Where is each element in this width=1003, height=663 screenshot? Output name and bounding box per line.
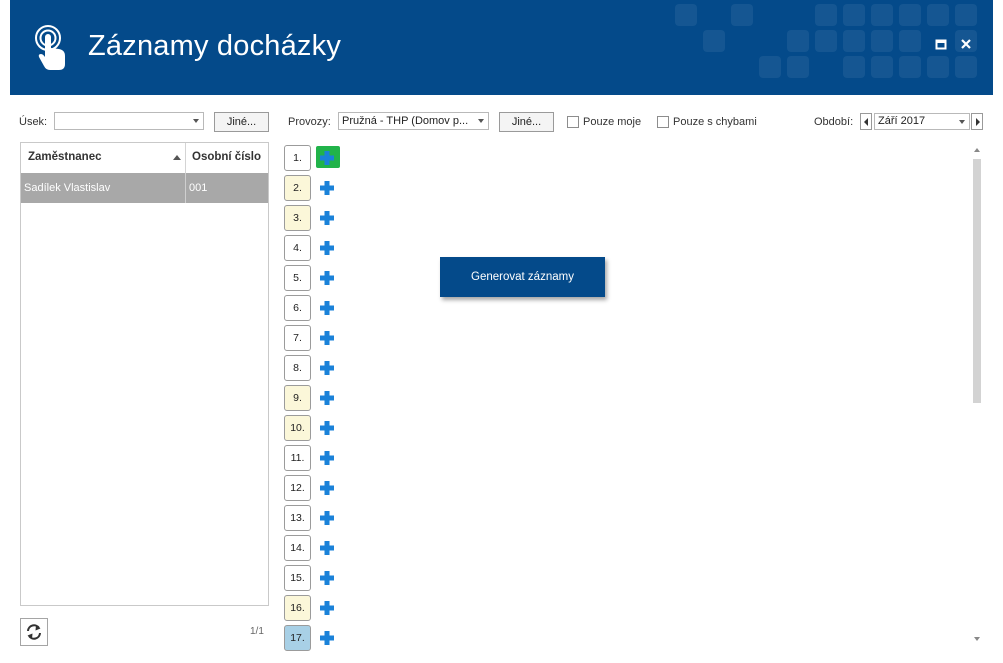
usek-dropdown[interactable] — [54, 112, 204, 130]
arrow-right-icon — [976, 118, 980, 126]
decor-tile — [871, 56, 893, 78]
only-errors-checkbox[interactable] — [657, 116, 669, 128]
day-button[interactable]: 11. — [284, 445, 311, 471]
day-button[interactable]: 2. — [284, 175, 311, 201]
refresh-button[interactable] — [20, 618, 48, 646]
generate-records-button[interactable]: Generovat záznamy — [440, 257, 605, 297]
employee-number-cell: 001 — [189, 182, 208, 194]
only-errors-label: Pouze s chybami — [673, 116, 757, 128]
add-record-icon[interactable] — [318, 179, 336, 197]
decor-tile — [731, 4, 753, 26]
decor-tile — [787, 30, 809, 52]
decor-tile — [927, 4, 949, 26]
day-button[interactable]: 6. — [284, 295, 311, 321]
add-record-icon[interactable] — [318, 299, 336, 317]
add-record-icon[interactable] — [318, 209, 336, 227]
decor-tile — [675, 4, 697, 26]
add-record-icon[interactable] — [318, 269, 336, 287]
chevron-down-icon — [478, 119, 484, 123]
column-header-employee[interactable]: Zaměstnanec — [28, 151, 102, 163]
day-button[interactable]: 5. — [284, 265, 311, 291]
add-record-icon[interactable] — [318, 449, 336, 467]
day-button[interactable]: 8. — [284, 355, 311, 381]
employee-grid: Zaměstnanec Osobní číslo Sadílek Vlastis… — [20, 142, 269, 606]
only-mine-label: Pouze moje — [583, 116, 642, 128]
add-record-icon[interactable] — [318, 539, 336, 557]
add-record-icon[interactable] — [318, 509, 336, 527]
day-button[interactable]: 9. — [284, 385, 311, 411]
period-dropdown[interactable]: Září 2017 — [874, 113, 970, 130]
day-button[interactable]: 4. — [284, 235, 311, 261]
decor-tile — [815, 4, 837, 26]
decor-tile — [871, 4, 893, 26]
decor-tile — [899, 56, 921, 78]
period-label: Období: — [814, 116, 854, 128]
arrow-left-icon — [864, 118, 868, 126]
scroll-down-icon[interactable] — [974, 637, 980, 641]
add-record-icon[interactable] — [318, 149, 336, 167]
add-record-icon[interactable] — [318, 419, 336, 437]
employee-name-cell: Sadílek Vlastislav — [24, 182, 111, 194]
column-header-number[interactable]: Osobní číslo — [192, 151, 261, 163]
pager-info: 1/1 — [250, 626, 264, 637]
decor-tile — [759, 56, 781, 78]
day-button[interactable]: 13. — [284, 505, 311, 531]
decor-tile — [955, 56, 977, 78]
add-record-icon[interactable] — [318, 629, 336, 647]
refresh-icon — [27, 624, 41, 640]
day-button[interactable]: 12. — [284, 475, 311, 501]
decor-tile — [899, 30, 921, 52]
period-prev-button[interactable] — [860, 113, 872, 130]
day-button[interactable]: 16. — [284, 595, 311, 621]
decor-tile — [955, 4, 977, 26]
decor-tile — [927, 56, 949, 78]
decor-tile — [703, 30, 725, 52]
decor-tile — [899, 4, 921, 26]
add-record-icon[interactable] — [318, 389, 336, 407]
day-button[interactable]: 1. — [284, 145, 311, 171]
add-record-icon[interactable] — [318, 359, 336, 377]
day-button[interactable]: 7. — [284, 325, 311, 351]
chevron-down-icon — [959, 120, 965, 124]
usek-label: Úsek: — [19, 116, 48, 128]
provozy-other-button[interactable]: Jiné... — [499, 112, 554, 132]
touch-hand-icon — [32, 24, 72, 74]
maximize-icon[interactable] — [934, 38, 948, 52]
day-button[interactable]: 15. — [284, 565, 311, 591]
decor-tile — [815, 30, 837, 52]
decor-tile — [787, 56, 809, 78]
day-button[interactable]: 14. — [284, 535, 311, 561]
provozy-label: Provozy: — [288, 116, 331, 128]
decor-tile — [843, 30, 865, 52]
column-divider[interactable] — [185, 143, 186, 173]
add-record-icon[interactable] — [318, 569, 336, 587]
add-record-icon[interactable] — [318, 479, 336, 497]
decor-tile — [843, 4, 865, 26]
only-mine-checkbox[interactable] — [567, 116, 579, 128]
scrollbar-thumb[interactable] — [973, 159, 981, 403]
vertical-scrollbar[interactable] — [970, 142, 984, 647]
period-value: Září 2017 — [878, 115, 926, 127]
chevron-down-icon — [193, 119, 199, 123]
usek-other-button[interactable]: Jiné... — [214, 112, 269, 132]
day-button[interactable]: 10. — [284, 415, 311, 441]
period-next-button[interactable] — [971, 113, 983, 130]
app-title: Záznamy docházky — [88, 30, 342, 62]
app-header: Záznamy docházky — [10, 0, 993, 95]
grid-header: Zaměstnanec Osobní číslo — [21, 143, 268, 174]
add-record-icon[interactable] — [318, 599, 336, 617]
day-button[interactable]: 17. — [284, 625, 311, 651]
decor-tile — [843, 56, 865, 78]
provozy-dropdown[interactable]: Pružná - THP (Domov p... — [338, 112, 489, 130]
add-record-icon[interactable] — [318, 329, 336, 347]
cell-divider — [185, 173, 186, 203]
close-icon[interactable] — [959, 38, 973, 52]
scroll-up-icon[interactable] — [974, 148, 980, 152]
decor-tile — [871, 30, 893, 52]
day-button[interactable]: 3. — [284, 205, 311, 231]
sort-ascending-icon — [173, 155, 181, 160]
table-row[interactable]: Sadílek Vlastislav 001 — [21, 173, 268, 203]
add-record-icon[interactable] — [318, 239, 336, 257]
provozy-value: Pružná - THP (Domov p... — [342, 115, 469, 127]
